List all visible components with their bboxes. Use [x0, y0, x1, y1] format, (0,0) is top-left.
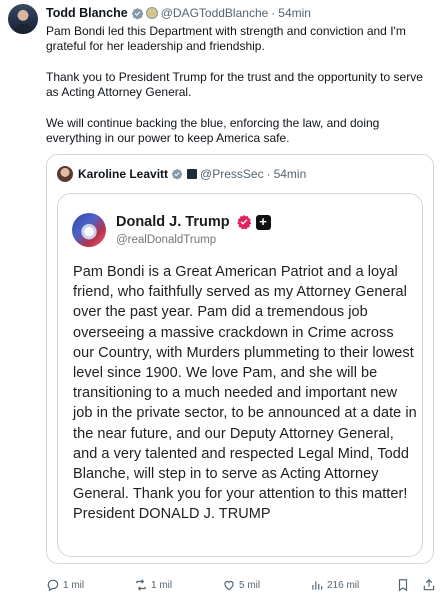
share-button[interactable] — [422, 578, 436, 592]
tweet-paragraph: Thank you to President Trump for the tru… — [46, 69, 423, 100]
author-name[interactable]: Todd Blanche — [46, 6, 128, 20]
repost-count: 1 mil — [151, 579, 173, 591]
embedded-author-name: Donald J. Trump — [116, 214, 230, 230]
verified-icon — [131, 7, 143, 19]
author-avatar[interactable] — [8, 4, 38, 34]
verified-icon — [236, 215, 251, 230]
quoted-tweet[interactable]: Karoline Leavitt @PressSec · 54min Donal… — [46, 154, 434, 564]
repost-icon — [136, 579, 146, 591]
quoted-author-avatar[interactable] — [57, 166, 73, 182]
tweet-header: Todd Blanche @DAGToddBlanche · 54min — [46, 4, 311, 22]
embedded-author-avatar — [72, 213, 106, 247]
embedded-post-image[interactable]: Donald J. Trump + @realDonaldTrump Pam B… — [57, 193, 423, 557]
header-separator: · — [266, 167, 271, 181]
views-icon — [312, 581, 323, 590]
views-count: 216 mil — [327, 579, 360, 591]
quoted-post-time[interactable]: 54min — [274, 167, 307, 181]
government-badge-icon — [145, 7, 158, 19]
like-count: 5 mil — [239, 579, 261, 591]
quoted-author-handle[interactable]: @PressSec — [200, 167, 264, 181]
bookmark-icon — [398, 579, 408, 592]
quoted-tweet-header: Karoline Leavitt @PressSec · 54min — [57, 165, 306, 183]
tweet-paragraph: Pam Bondi led this Department with stren… — [46, 24, 406, 54]
embedded-author-handle: @realDonaldTrump — [116, 234, 217, 246]
action-bar: 1 mil 1 mil 5 mil 216 mil — [46, 578, 438, 594]
header-separator: · — [271, 6, 276, 20]
like-button[interactable]: 5 mil — [222, 578, 260, 592]
government-badge-icon — [187, 169, 198, 179]
plus-icon: + — [255, 214, 271, 230]
embedded-author-name-row: Donald J. Trump + — [116, 214, 271, 230]
share-icon — [423, 578, 435, 591]
author-handle[interactable]: @DAGToddBlanche — [161, 6, 269, 20]
reply-button[interactable]: 1 mil — [46, 578, 84, 592]
tweet[interactable]: Todd Blanche @DAGToddBlanche · 54min Pam… — [0, 0, 444, 600]
bookmark-button[interactable] — [396, 578, 410, 592]
quoted-author-name[interactable]: Karoline Leavitt — [78, 167, 168, 181]
reply-count: 1 mil — [63, 579, 85, 591]
like-icon — [224, 580, 234, 591]
tweet-paragraph: We will continue backing the blue, enfor… — [46, 115, 380, 146]
post-time[interactable]: 54min — [278, 6, 311, 20]
repost-button[interactable]: 1 mil — [134, 578, 172, 592]
tweet-text: Pam Bondi led this Department with stren… — [46, 24, 438, 161]
reply-icon — [47, 579, 59, 592]
embedded-post-text: Pam Bondi is a Great American Patriot an… — [73, 264, 417, 523]
views-button[interactable]: 216 mil — [310, 578, 359, 592]
verified-icon — [172, 169, 183, 180]
